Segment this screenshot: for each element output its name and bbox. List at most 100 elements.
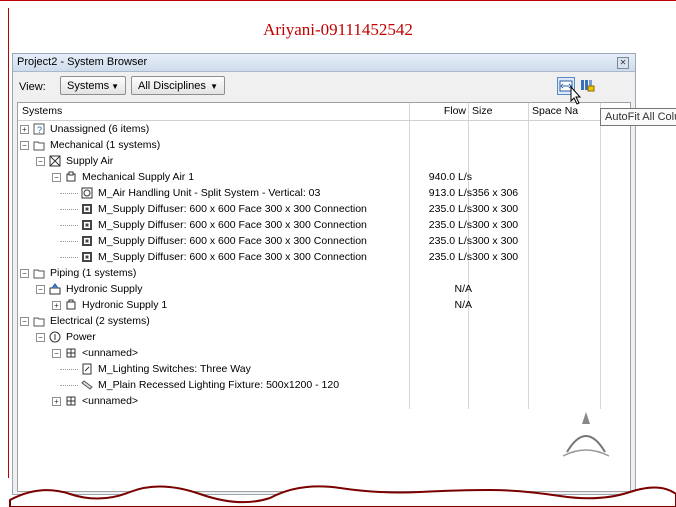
tree-connector — [60, 225, 78, 227]
row-flow: N/A — [454, 299, 472, 311]
supply-air-icon — [49, 155, 61, 167]
folder-icon — [33, 141, 45, 151]
close-button[interactable]: ✕ — [617, 57, 629, 69]
row-size: 300 x 300 — [472, 203, 519, 215]
unassigned-icon: ? — [33, 123, 45, 135]
expand-icon[interactable]: + — [52, 301, 61, 310]
tree-connector — [60, 385, 78, 387]
tree-row[interactable]: M_Plain Recessed Lighting Fixture: 500x1… — [18, 377, 630, 393]
grid-header: Systems Flow Size Space Na — [18, 103, 630, 121]
collapse-icon[interactable]: − — [20, 317, 29, 326]
tree-rows: +? Unassigned (6 items) − Mechanical (1 sys… — [18, 121, 630, 409]
row-label: M_Supply Diffuser: 600 x 600 Face 300 x … — [98, 251, 367, 263]
row-size: 300 x 300 — [472, 251, 519, 263]
folder-icon — [33, 269, 45, 279]
tree-row[interactable]: M_Supply Diffuser: 600 x 600 Face 300 x … — [18, 217, 630, 233]
diffuser-icon — [82, 236, 92, 246]
collapse-icon[interactable]: − — [20, 141, 29, 150]
row-label: Mechanical Supply Air 1 — [82, 171, 195, 183]
tree-row[interactable]: − <unnamed> — [18, 345, 630, 361]
switch-icon — [82, 363, 92, 375]
tree-row[interactable]: − Hydronic Supply N/A — [18, 281, 630, 297]
collapse-icon[interactable]: − — [52, 349, 61, 358]
row-label: Unassigned (6 items) — [50, 123, 150, 135]
expand-icon[interactable]: + — [20, 125, 29, 134]
row-label: Electrical (2 systems) — [50, 315, 150, 327]
diffuser-icon — [82, 220, 92, 230]
row-label: <unnamed> — [82, 395, 139, 407]
row-flow: N/A — [454, 283, 472, 295]
column-header-size[interactable]: Size — [472, 103, 492, 120]
tree-row[interactable]: − Power — [18, 329, 630, 345]
row-label: Supply Air — [66, 155, 114, 167]
circuit-icon — [66, 348, 76, 358]
row-size: 300 x 300 — [472, 219, 519, 231]
autofit-tooltip: AutoFit All Columns — [600, 108, 676, 126]
torn-edge-decoration — [9, 485, 676, 507]
close-icon: ✕ — [619, 58, 627, 67]
chevron-down-icon: ▼ — [111, 82, 119, 91]
view-dropdown[interactable]: Systems ▼ — [60, 76, 126, 95]
tree-row[interactable]: M_Lighting Switches: Three Way — [18, 361, 630, 377]
page-frame-top — [0, 0, 676, 9]
row-size: 300 x 300 — [472, 235, 519, 247]
watermark-logo — [562, 412, 610, 457]
column-header-flow[interactable]: Flow — [426, 103, 466, 120]
tree-row[interactable]: +? Unassigned (6 items) — [18, 121, 630, 137]
row-label: M_Supply Diffuser: 600 x 600 Face 300 x … — [98, 235, 367, 247]
column-header-systems[interactable]: Systems — [22, 103, 62, 120]
tree-row[interactable]: − Piping (1 systems) — [18, 265, 630, 281]
row-label: M_Supply Diffuser: 600 x 600 Face 300 x … — [98, 203, 367, 215]
tree-row[interactable]: M_Supply Diffuser: 600 x 600 Face 300 x … — [18, 201, 630, 217]
systems-tree-grid: Systems Flow Size Space Na +? Unassigned … — [17, 102, 631, 492]
air-handling-unit-icon — [81, 187, 93, 199]
row-flow: 235.0 L/s — [428, 235, 472, 247]
collapse-icon[interactable]: − — [36, 285, 45, 294]
tree-row[interactable]: + <unnamed> — [18, 393, 630, 409]
tree-row[interactable]: M_Supply Diffuser: 600 x 600 Face 300 x … — [18, 249, 630, 265]
tree-row[interactable]: − Supply Air — [18, 153, 630, 169]
row-size: 356 x 306 — [472, 187, 519, 199]
expand-icon[interactable]: + — [52, 397, 61, 406]
diffuser-icon — [82, 204, 92, 214]
watermark-text: Ariyani-09111452542 — [263, 20, 413, 39]
svg-text:?: ? — [37, 125, 42, 135]
collapse-icon[interactable]: − — [20, 269, 29, 278]
discipline-dropdown[interactable]: All Disciplines ▼ — [131, 76, 225, 95]
tree-connector — [60, 209, 78, 211]
tree-row[interactable]: − Mechanical (1 systems) — [18, 137, 630, 153]
system-browser-window: Project2 - System Browser ✕ View: System… — [12, 53, 636, 495]
collapse-icon[interactable]: − — [52, 173, 61, 182]
row-flow: 940.0 L/s — [428, 171, 472, 183]
row-label: M_Supply Diffuser: 600 x 600 Face 300 x … — [98, 219, 367, 231]
pipe-system-icon — [66, 299, 76, 310]
chevron-down-icon: ▼ — [210, 82, 218, 91]
power-icon — [49, 331, 61, 343]
page-frame-left — [8, 8, 9, 478]
view-label: View: — [19, 81, 46, 93]
row-label: M_Plain Recessed Lighting Fixture: 500x1… — [98, 379, 340, 391]
collapse-icon[interactable]: − — [36, 333, 45, 342]
row-label: Hydronic Supply 1 — [82, 299, 168, 311]
row-flow: 913.0 L/s — [428, 187, 472, 199]
view-dropdown-value: Systems — [67, 80, 110, 92]
tree-row[interactable]: M_Supply Diffuser: 600 x 600 Face 300 x … — [18, 233, 630, 249]
hydronic-icon — [49, 283, 61, 295]
row-label: M_Lighting Switches: Three Way — [98, 363, 251, 375]
tree-connector — [60, 369, 78, 371]
row-flow: 235.0 L/s — [428, 219, 472, 231]
tree-connector — [60, 257, 78, 259]
circuit-icon — [66, 396, 76, 406]
window-title: Project2 - System Browser — [17, 56, 148, 68]
row-label: Piping (1 systems) — [50, 267, 137, 279]
folder-icon — [33, 317, 45, 327]
diffuser-icon — [82, 252, 92, 262]
tree-row[interactable]: + Hydronic Supply 1 N/A — [18, 297, 630, 313]
tree-row[interactable]: − Mechanical Supply Air 1 940.0 L/s — [18, 169, 630, 185]
tree-row[interactable]: M_Air Handling Unit - Split System - Ver… — [18, 185, 630, 201]
tree-row[interactable]: − Electrical (2 systems) — [18, 313, 630, 329]
row-label: M_Air Handling Unit - Split System - Ver… — [98, 187, 321, 199]
row-label: Power — [66, 331, 96, 343]
collapse-icon[interactable]: − — [36, 157, 45, 166]
row-label: Mechanical (1 systems) — [50, 139, 161, 151]
